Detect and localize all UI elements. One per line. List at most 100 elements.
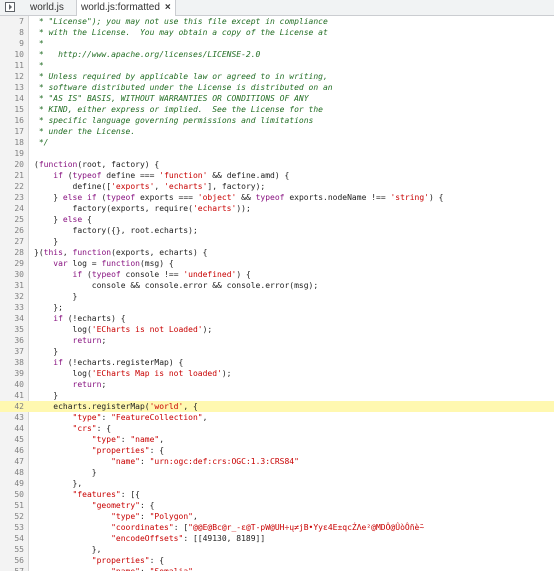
code-line[interactable]: 34 if (!echarts) { <box>0 313 554 324</box>
code-line[interactable]: 20 (function(root, factory) { <box>0 159 554 170</box>
code-line[interactable]: 24 factory(exports, require('echarts')); <box>0 203 554 214</box>
code-line[interactable]: 21 if (typeof define === 'function' && d… <box>0 170 554 181</box>
code-text: }, <box>34 478 83 489</box>
code-text: }(this, function(exports, echarts) { <box>34 247 207 258</box>
code-token: * <box>34 39 44 48</box>
code-text: "properties": { <box>34 445 164 456</box>
code-token: else if <box>62 193 97 202</box>
code-line[interactable]: 14 * "AS IS" BASIS, WITHOUT WARRANTIES O… <box>0 93 554 104</box>
code-line[interactable]: 39 log('ECharts Map is not loaded'); <box>0 368 554 379</box>
code-line[interactable]: 52 "type": "Polygon", <box>0 511 554 522</box>
code-text: factory(exports, require('echarts')); <box>34 203 251 214</box>
code-line[interactable]: 42 echarts.registerMap('world', { <box>0 401 554 412</box>
code-text: "coordinates": ["@@E@Bc@r_-ε@T-pW@UH÷ų≠j… <box>34 522 424 533</box>
code-line[interactable]: 26 factory({}, root.echarts); <box>0 225 554 236</box>
code-line[interactable]: 54 "encodeOffsets": [[49130, 8189]] <box>0 533 554 544</box>
code-token: "crs" <box>72 424 97 433</box>
code-text: */ <box>34 137 49 148</box>
code-line[interactable]: 56 "properties": { <box>0 555 554 566</box>
code-line[interactable]: 7 * "License"); you may not use this fil… <box>0 16 554 27</box>
code-token: && define.amd) { <box>207 171 290 180</box>
code-line[interactable]: 41 } <box>0 390 554 401</box>
line-number: 21 <box>14 171 24 180</box>
code-line[interactable]: 16 * specific language governing permiss… <box>0 115 554 126</box>
code-token: : <box>139 512 150 521</box>
code-token: if <box>53 171 63 180</box>
line-number: 9 <box>19 39 24 48</box>
line-number: 30 <box>14 270 24 279</box>
code-token: if <box>53 358 63 367</box>
code-line[interactable]: 32 } <box>0 291 554 302</box>
code-editor[interactable]: 7 * "License"); you may not use this fil… <box>0 16 554 571</box>
code-line[interactable]: 33 }; <box>0 302 554 313</box>
code-line[interactable]: 49 }, <box>0 478 554 489</box>
code-line[interactable]: 25 } else { <box>0 214 554 225</box>
code-line[interactable]: 37 } <box>0 346 554 357</box>
code-line[interactable]: 12 * Unless required by applicable law o… <box>0 71 554 82</box>
code-text: } <box>34 291 78 302</box>
code-line[interactable]: 15 * KIND, either express or implied. Se… <box>0 104 554 115</box>
code-line[interactable]: 43 "type": "FeatureCollection", <box>0 412 554 423</box>
code-line[interactable]: 22 define(['exports', 'echarts'], factor… <box>0 181 554 192</box>
code-line[interactable]: 11 * <box>0 60 554 71</box>
code-line[interactable]: 51 "geometry": { <box>0 500 554 511</box>
code-text: * Unless required by applicable law or a… <box>34 71 328 82</box>
code-line[interactable]: 9 * <box>0 38 554 49</box>
code-text: * under the License. <box>34 126 135 137</box>
code-token: "type" <box>111 512 140 521</box>
code-line[interactable]: 48 } <box>0 467 554 478</box>
toggle-navigator-icon[interactable] <box>5 2 15 12</box>
code-line[interactable]: 35 log('ECharts is not Loaded'); <box>0 324 554 335</box>
code-line[interactable]: 27 } <box>0 236 554 247</box>
code-token: : <box>120 435 131 444</box>
code-token: }( <box>34 248 44 257</box>
code-token: typeof <box>255 193 285 202</box>
line-number: 18 <box>14 138 24 147</box>
code-line[interactable]: 44 "crs": { <box>0 423 554 434</box>
code-line[interactable]: 40 return; <box>0 379 554 390</box>
code-line[interactable]: 45 "type": "name", <box>0 434 554 445</box>
code-line[interactable]: 47 "name": "urn:ogc:def:crs:OGC:1.3:CRS8… <box>0 456 554 467</box>
code-line[interactable]: 46 "properties": { <box>0 445 554 456</box>
code-line[interactable]: 30 if (typeof console !== 'undefined') { <box>0 269 554 280</box>
tab-world-js-formatted[interactable]: world.js:formatted × <box>76 0 176 16</box>
code-line[interactable]: 55 }, <box>0 544 554 555</box>
code-text: * "License"); you may not use this file … <box>34 16 328 27</box>
code-text: } <box>34 236 58 247</box>
tab-world-js[interactable]: world.js <box>26 0 68 15</box>
code-token: typeof <box>106 193 136 202</box>
code-token: return <box>72 380 102 389</box>
code-line[interactable]: 53 "coordinates": ["@@E@Bc@r_-ε@T-pW@UH÷… <box>0 522 554 533</box>
code-line[interactable]: 17 * under the License. <box>0 126 554 137</box>
code-line[interactable]: 10 * http://www.apache.org/licenses/LICE… <box>0 49 554 60</box>
code-token: typeof <box>91 270 121 279</box>
code-text: } <box>34 467 97 478</box>
code-line[interactable]: 18 */ <box>0 137 554 148</box>
code-line[interactable]: 50 "features": [{ <box>0 489 554 500</box>
code-text: if (!echarts) { <box>34 313 125 324</box>
code-line[interactable]: 13 * software distributed under the Lice… <box>0 82 554 93</box>
code-line[interactable]: 19 <box>0 148 554 159</box>
code-line[interactable]: 38 if (!echarts.registerMap) { <box>0 357 554 368</box>
code-line[interactable]: 29 var log = function(msg) { <box>0 258 554 269</box>
code-line[interactable]: 31 console && console.error && console.e… <box>0 280 554 291</box>
code-token: * software distributed under the License… <box>34 83 333 92</box>
code-line[interactable]: 8 * with the License. You may obtain a c… <box>0 27 554 38</box>
code-line[interactable]: 36 return; <box>0 335 554 346</box>
code-line[interactable]: 57 "name": "Somalia", <box>0 566 554 571</box>
close-icon[interactable]: × <box>165 2 171 13</box>
code-token: log = <box>67 259 102 268</box>
code-token: function <box>72 248 112 257</box>
line-number: 40 <box>14 380 24 389</box>
code-line[interactable]: 28}(this, function(exports, echarts) { <box>0 247 554 258</box>
code-line[interactable]: 23 } else if (typeof exports === 'object… <box>0 192 554 203</box>
code-token: (exports, echarts) { <box>111 248 208 257</box>
line-number: 49 <box>14 479 24 488</box>
code-token: return <box>72 336 102 345</box>
code-text: "type": "Polygon", <box>34 511 198 522</box>
